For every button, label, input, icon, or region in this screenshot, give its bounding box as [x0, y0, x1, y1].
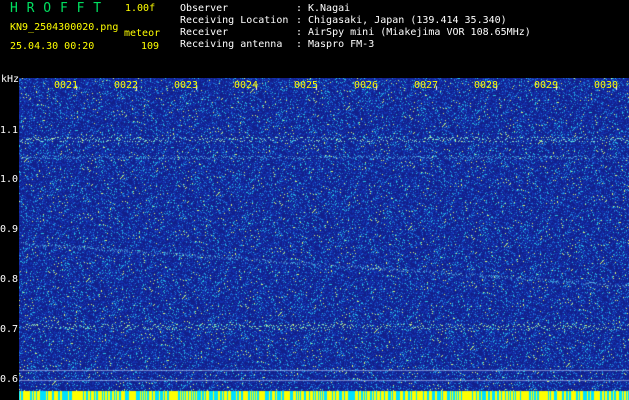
y-tick-label: 1.1: [0, 125, 19, 136]
file-name: KN9_2504300020.png: [10, 22, 119, 33]
x-tick-label: 0023: [174, 80, 199, 91]
x-tick-label: 0030: [594, 80, 619, 91]
info-label: Observer: [180, 3, 229, 14]
info-label: Receiver: [180, 27, 229, 38]
x-tick-label: 0021: [54, 80, 79, 91]
x-tick-label: 0029: [534, 80, 559, 91]
y-tick-label: 0.8: [0, 274, 19, 285]
y-tick-label: 0.7: [0, 324, 19, 335]
info-value: AirSpy mini (Miakejima VOR 108.65MHz): [308, 27, 531, 38]
x-tick-label: 0028: [474, 80, 499, 91]
info-separator: :: [296, 3, 303, 14]
frequency-unit-label: kHz: [1, 74, 20, 85]
info-separator: :: [296, 27, 303, 38]
header-panel: H R O F F T 1.00f KN9_2504300020.png met…: [0, 0, 629, 74]
timestamp: 25.04.30 00:20: [10, 41, 95, 52]
y-tick-label: 0.9: [0, 224, 19, 235]
x-tick-label: 0022: [114, 80, 139, 91]
info-value: Maspro FM-3: [308, 39, 375, 50]
info-label: Receiving Location: [180, 15, 289, 26]
y-tick-label: 0.6: [0, 374, 19, 385]
x-tick-label: 0024: [234, 80, 259, 91]
app-version: 1.00f: [125, 3, 156, 14]
x-tick-label: 0027: [414, 80, 439, 91]
info-value: K.Nagai: [308, 3, 351, 14]
info-separator: :: [296, 15, 303, 26]
x-tick-label: 0025: [294, 80, 319, 91]
spectrogram-canvas: [19, 78, 629, 400]
detection-count: 109: [141, 41, 160, 52]
info-separator: :: [296, 39, 303, 50]
app-title: H R O F F T: [10, 1, 102, 16]
mode-label: meteor: [124, 28, 161, 39]
x-tick-label: 0026: [354, 80, 379, 91]
y-tick-label: 1.0: [0, 174, 19, 185]
info-label: Receiving antenna: [180, 39, 283, 50]
info-value: Chigasaki, Japan (139.414 35.340): [308, 15, 507, 26]
